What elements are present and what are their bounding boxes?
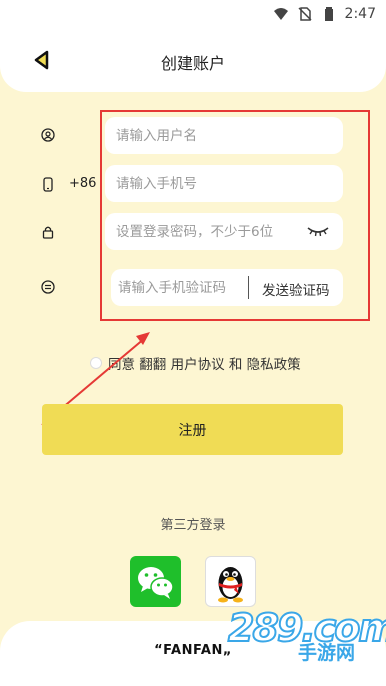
qq-icon: [218, 567, 243, 603]
verify-code-input[interactable]: [118, 269, 248, 306]
phone-icon: [40, 176, 56, 192]
phone-field[interactable]: [105, 165, 343, 202]
user-icon: [40, 127, 56, 143]
agreement-checkbox[interactable]: [90, 357, 102, 369]
status-time: 2:47: [344, 6, 376, 22]
lock-icon: [40, 224, 56, 240]
third-party-label: 第三方登录: [160, 518, 226, 533]
register-button[interactable]: 注册: [42, 404, 343, 455]
country-code[interactable]: +86: [69, 176, 96, 191]
wechat-icon: [138, 567, 174, 599]
footer: “FANFAN„: [0, 621, 386, 686]
divider: [248, 276, 249, 299]
agreement-text[interactable]: 同意 翻翻 用户协议 和 隐私政策: [108, 353, 301, 373]
password-field[interactable]: [105, 213, 343, 250]
wechat-login-button[interactable]: [130, 556, 181, 607]
annotation-arrow: [41, 332, 150, 426]
agreement-row: 同意 翻翻 用户协议 和 隐私政策: [90, 353, 301, 373]
page-title: 创建账户: [160, 54, 225, 73]
status-bar: 2:47: [0, 0, 386, 28]
phone-input[interactable]: [116, 175, 343, 192]
battery-icon: [324, 7, 333, 21]
verify-code-icon: [40, 279, 56, 295]
wifi-icon: [273, 8, 288, 20]
brand-logo: “FANFAN„: [154, 643, 232, 658]
qq-login-button[interactable]: [205, 556, 256, 607]
eye-closed-icon[interactable]: [307, 225, 329, 237]
header: 创建账户: [0, 28, 386, 92]
username-field[interactable]: [105, 117, 343, 154]
no-sim-icon: [298, 7, 312, 21]
send-code-button[interactable]: 发送验证码: [262, 279, 330, 299]
username-input[interactable]: [116, 127, 343, 144]
verify-code-field[interactable]: 发送验证码: [111, 269, 343, 306]
